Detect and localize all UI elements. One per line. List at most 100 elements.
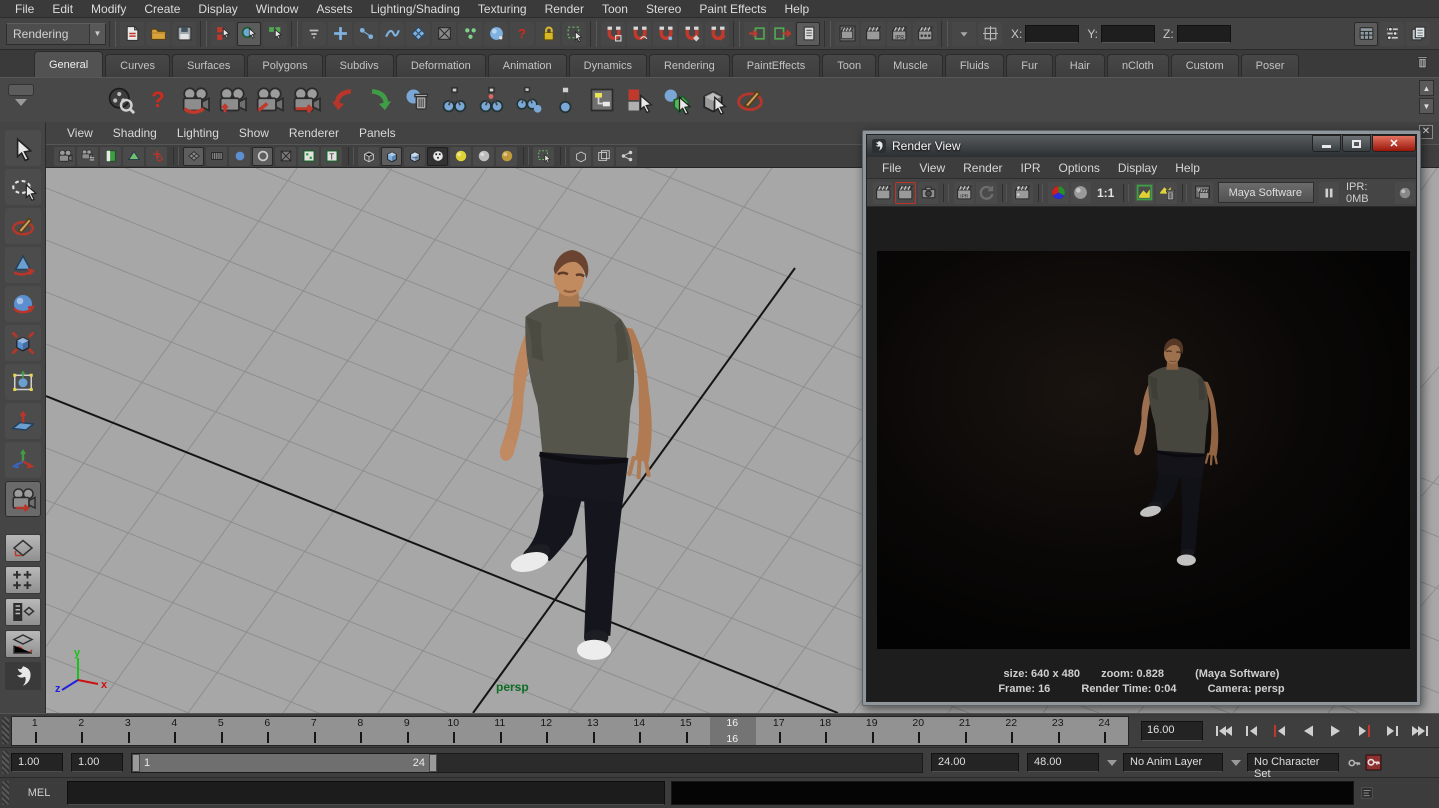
panel-menu-show[interactable]: Show <box>229 126 279 140</box>
mask-deformations-icon[interactable] <box>432 22 456 46</box>
animation-end-field[interactable]: 48.00 <box>1027 753 1099 772</box>
mask-points-icon[interactable] <box>328 22 352 46</box>
chevron-down-icon[interactable]: ▼ <box>89 24 105 44</box>
mask-rendering-icon[interactable] <box>484 22 508 46</box>
rv-menu-options[interactable]: Options <box>1050 161 1109 175</box>
divider[interactable] <box>590 21 597 47</box>
use-all-lights-icon[interactable] <box>427 147 448 166</box>
layout-panes-icon[interactable] <box>593 147 614 166</box>
shelf-tab-curves[interactable]: Curves <box>105 54 170 77</box>
timeline-frame[interactable]: 12 <box>524 717 571 745</box>
shelf-tab-painteffects[interactable]: PaintEffects <box>732 54 821 77</box>
range-start-handle[interactable] <box>132 754 140 772</box>
auto-keyframe-icon[interactable] <box>1365 754 1382 771</box>
render-settings-dialog-icon[interactable] <box>1012 182 1032 204</box>
open-render-settings-icon[interactable]: W <box>1192 182 1212 204</box>
select-geometry-icon[interactable] <box>659 82 693 118</box>
node-editor-icon[interactable] <box>585 82 619 118</box>
keep-image-icon[interactable] <box>1134 182 1154 204</box>
shelf-popup-button[interactable] <box>8 84 34 96</box>
tool-settings-icon[interactable] <box>1380 22 1404 46</box>
snap-live-magnet-icon[interactable] <box>705 22 729 46</box>
ik-handle-icon[interactable] <box>474 82 508 118</box>
joint-chain-icon[interactable] <box>511 82 545 118</box>
character-set-field[interactable]: No Character Set <box>1247 753 1339 772</box>
playback-start-field[interactable]: 1.00 <box>71 753 123 772</box>
menu-set-selector[interactable]: Rendering ▼ <box>6 23 106 45</box>
animation-start-field[interactable]: 1.00 <box>11 753 63 772</box>
channel-box-icon[interactable] <box>1354 22 1378 46</box>
rv-menu-help[interactable]: Help <box>1166 161 1209 175</box>
paint-effects-icon[interactable] <box>733 82 767 118</box>
ipr-render-region-icon[interactable]: IPR <box>954 182 974 204</box>
shelf-scroll-down-icon[interactable]: ▼ <box>1419 98 1434 114</box>
timeline-frame[interactable]: 24 <box>1082 717 1129 745</box>
menu-edit[interactable]: Edit <box>43 2 82 16</box>
divider[interactable] <box>109 21 116 47</box>
timeline-frame[interactable]: 5 <box>198 717 245 745</box>
snapshot-icon[interactable] <box>918 182 938 204</box>
command-feedback-field[interactable] <box>671 781 1354 805</box>
rendered-image[interactable] <box>877 251 1410 649</box>
current-time-field[interactable]: 16.00 <box>1141 721 1203 741</box>
timeline-frame[interactable]: 13 <box>570 717 617 745</box>
menu-texturing[interactable]: Texturing <box>469 2 536 16</box>
y-coordinate-input[interactable] <box>1101 25 1155 43</box>
timeline-frame[interactable]: 15 <box>663 717 710 745</box>
share-view-icon[interactable] <box>616 147 637 166</box>
bookmarks-icon[interactable] <box>100 147 121 166</box>
divider[interactable] <box>824 21 831 47</box>
history-output-icon[interactable] <box>770 22 794 46</box>
move-tool[interactable] <box>5 247 41 283</box>
renderer-selector[interactable]: Maya Software <box>1218 182 1314 203</box>
play-forwards-icon[interactable] <box>1323 720 1349 742</box>
command-language-toggle[interactable]: MEL <box>11 787 67 799</box>
field-chart-icon[interactable] <box>275 147 296 166</box>
snap-curve-magnet-icon[interactable] <box>627 22 651 46</box>
flat-light-icon[interactable] <box>473 147 494 166</box>
show-manipulator-tool[interactable] <box>5 442 41 478</box>
step-forward-frame-icon[interactable] <box>1379 720 1405 742</box>
grid-toggle-icon[interactable] <box>183 147 204 166</box>
timeline-frame[interactable]: 19 <box>849 717 896 745</box>
shelf-tab-hair[interactable]: Hair <box>1055 54 1105 77</box>
hypershade-persp-layout[interactable] <box>5 662 41 690</box>
rv-menu-view[interactable]: View <box>910 161 954 175</box>
mask-dynamics-icon[interactable] <box>458 22 482 46</box>
menu-modify[interactable]: Modify <box>82 2 135 16</box>
undo-icon[interactable] <box>326 82 360 118</box>
snap-mask-menu-icon[interactable] <box>302 22 326 46</box>
shelf-tab-poser[interactable]: Poser <box>1241 54 1300 77</box>
pause-ipr-icon[interactable] <box>1319 182 1339 204</box>
select-camera-icon[interactable] <box>54 147 75 166</box>
shelf-tab-subdivs[interactable]: Subdivs <box>325 54 394 77</box>
highlight-selection-icon[interactable] <box>562 22 586 46</box>
save-scene-icon[interactable] <box>172 22 196 46</box>
timeline-current-frame[interactable]: 1616 <box>710 717 757 745</box>
playback-end-field[interactable]: 24.00 <box>931 753 1019 772</box>
frame-ruler[interactable]: 1 2 3 4 5 6 7 8 9 10 11 12 13 14 15 1616… <box>11 716 1129 746</box>
drag-handle[interactable] <box>2 717 9 743</box>
shelf-tab-muscle[interactable]: Muscle <box>878 54 943 77</box>
character-set-menu-icon[interactable] <box>1231 760 1241 766</box>
safe-action-icon[interactable] <box>298 147 319 166</box>
lock-selection-icon[interactable] <box>536 22 560 46</box>
scale-tool[interactable] <box>5 325 41 361</box>
timeline-frame[interactable]: 4 <box>152 717 199 745</box>
maximize-button[interactable] <box>1342 135 1371 152</box>
field-entry-menu-icon[interactable] <box>952 22 976 46</box>
panel-close-icon[interactable]: ✕ <box>1419 125 1433 139</box>
ipr-render-icon[interactable]: IPR <box>887 22 911 46</box>
timeline-frame[interactable]: 2 <box>59 717 106 745</box>
redo-previous-render-icon[interactable] <box>873 182 893 204</box>
step-back-frame-icon[interactable] <box>1239 720 1265 742</box>
camera-track-icon[interactable] <box>215 82 249 118</box>
select-all-icon[interactable] <box>696 82 730 118</box>
snap-grid-magnet-icon[interactable] <box>601 22 625 46</box>
image-plane-icon[interactable] <box>123 147 144 166</box>
gate-mask-icon[interactable] <box>252 147 273 166</box>
last-tool-used[interactable] <box>5 481 41 517</box>
render-view-titlebar[interactable]: Render View ✕ <box>867 135 1416 157</box>
shelf-tab-ncloth[interactable]: nCloth <box>1107 54 1169 77</box>
minimize-button[interactable] <box>1312 135 1341 152</box>
